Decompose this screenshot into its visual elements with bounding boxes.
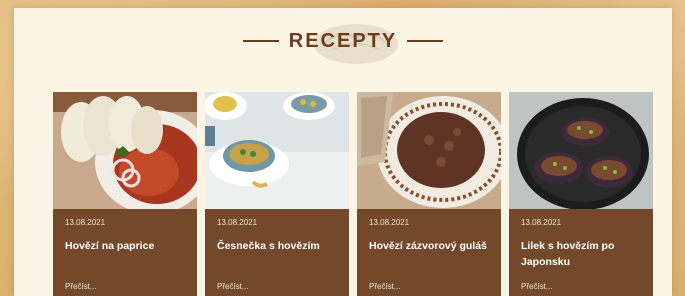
recipe-title[interactable]: Česnečka s hovězím <box>217 238 341 254</box>
recipe-title[interactable]: Hovězí na paprice <box>65 238 189 254</box>
recipe-date: 13.08.2021 <box>521 218 562 227</box>
recipe-date: 13.08.2021 <box>369 218 410 227</box>
recipe-card[interactable]: 13.08.2021 Lilek s hovězím po Japonsku P… <box>509 92 653 296</box>
read-more-link[interactable]: Přečíst... <box>217 282 249 291</box>
recipe-image[interactable] <box>357 92 501 209</box>
recipe-image[interactable] <box>205 92 349 209</box>
recipe-card[interactable]: 13.08.2021 Hovězí zázvorový guláš Přečís… <box>357 92 501 296</box>
recipe-date: 13.08.2021 <box>65 218 106 227</box>
section-header: RECEPTY <box>14 26 672 56</box>
recipe-card[interactable]: 13.08.2021 Hovězí na paprice Přečíst... <box>53 92 197 296</box>
read-more-link[interactable]: Přečíst... <box>65 282 97 291</box>
recipe-title[interactable]: Lilek s hovězím po Japonsku <box>521 238 645 270</box>
heading-rule-right <box>407 40 444 42</box>
recipe-image[interactable] <box>53 92 197 209</box>
recipe-date: 13.08.2021 <box>217 218 258 227</box>
heading-rule-left <box>242 40 279 42</box>
recipes-section: RECEPTY 13.08.2021 Hovězí na paprice Pře… <box>14 8 672 296</box>
recipe-card[interactable]: 13.08.2021 Česnečka s hovězím Přečíst... <box>205 92 349 296</box>
recipe-title[interactable]: Hovězí zázvorový guláš <box>369 238 493 254</box>
read-more-link[interactable]: Přečíst... <box>369 282 401 291</box>
recipe-image[interactable] <box>509 92 653 209</box>
read-more-link[interactable]: Přečíst... <box>521 282 553 291</box>
section-title: RECEPTY <box>288 29 398 52</box>
